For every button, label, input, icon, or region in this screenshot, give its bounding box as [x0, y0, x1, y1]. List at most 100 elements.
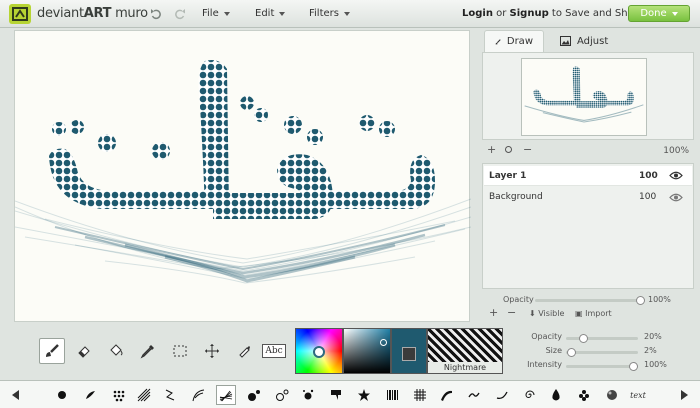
marquee-icon — [173, 345, 187, 357]
splatter-brush-icon — [303, 389, 314, 400]
selection-tool[interactable] — [167, 338, 193, 364]
menu-edit[interactable]: Edit — [255, 8, 286, 19]
import-button[interactable]: ▣ Import — [575, 309, 612, 318]
visible-button[interactable]: ⬇ Visible — [529, 309, 564, 318]
flower-brush-icon — [579, 390, 589, 401]
brush-preset[interactable] — [108, 385, 128, 405]
brush-preview-nightmare[interactable]: Nightmare — [427, 328, 503, 374]
login-link[interactable]: Login — [462, 8, 493, 19]
layer-opacity-control: Opacity 100% — [485, 294, 691, 306]
artwork — [15, 60, 471, 284]
text-brush[interactable]: text — [628, 385, 648, 405]
eyedropper-tool[interactable] — [135, 338, 161, 364]
dotted-brush-icon — [113, 390, 125, 402]
brush-preset[interactable] — [80, 385, 100, 405]
tab-draw-label: Draw — [506, 36, 533, 47]
brush-icon — [495, 38, 501, 44]
swap-colors-icon[interactable] — [402, 347, 416, 361]
thumbnail-artwork — [524, 66, 644, 123]
brush-preset[interactable] — [492, 385, 512, 405]
canvas-thumbnail[interactable] — [521, 58, 647, 136]
brush-preset[interactable] — [160, 385, 180, 405]
scroll-right-button[interactable] — [674, 385, 694, 405]
brush-preset[interactable] — [52, 385, 72, 405]
shade-picker[interactable] — [343, 328, 391, 374]
scroll-left-button[interactable] — [6, 385, 26, 405]
drop-brush-icon — [552, 389, 560, 401]
arrow-left-icon — [12, 390, 19, 400]
brush-preset[interactable] — [464, 385, 484, 405]
brush-preset[interactable] — [436, 385, 456, 405]
tab-draw[interactable]: Draw — [484, 30, 544, 52]
sphere-brush-icon — [607, 390, 617, 400]
feather-brush-icon — [192, 389, 205, 402]
layer-opacity: 100 — [639, 170, 658, 181]
ring-brush-icon — [276, 389, 289, 401]
text-tool[interactable]: Abc — [261, 338, 287, 364]
chevron-down-icon — [343, 11, 350, 16]
layer-row-background[interactable]: Background 100 — [484, 187, 692, 207]
text-brush-label: text — [630, 390, 646, 400]
brush-intensity-row: Intensity 100% — [510, 360, 695, 372]
secondary-color-swatch[interactable] — [391, 328, 427, 374]
tab-adjust[interactable]: Adjust — [550, 30, 620, 52]
fill-tool[interactable] — [103, 338, 129, 364]
brush-intensity-slider[interactable] — [566, 362, 638, 371]
brush-preset[interactable] — [410, 385, 430, 405]
eye-icon[interactable] — [669, 171, 683, 180]
shade-marker[interactable] — [380, 339, 387, 346]
brush-preset[interactable] — [326, 385, 346, 405]
brush-preset[interactable] — [602, 385, 622, 405]
menu-filters-label: Filters — [309, 8, 339, 19]
zoom-in-icon[interactable]: + — [487, 143, 496, 156]
brush-preset[interactable] — [382, 385, 402, 405]
eye-icon[interactable] — [669, 193, 683, 202]
menu-filters[interactable]: Filters — [309, 8, 350, 19]
brush-preset[interactable] — [244, 385, 264, 405]
bubbles-brush-icon — [248, 390, 260, 401]
text-icon: Abc — [262, 344, 286, 358]
done-button[interactable]: Done — [628, 5, 690, 22]
layer-opacity-slider[interactable] — [535, 296, 645, 305]
tilde-brush-icon — [468, 392, 480, 398]
brush-preset[interactable] — [272, 385, 292, 405]
remove-layer-icon[interactable]: − — [507, 306, 516, 319]
slider-knob[interactable] — [567, 348, 577, 357]
move-icon — [205, 344, 219, 358]
add-layer-icon[interactable]: + — [489, 306, 498, 319]
slider-knob[interactable] — [636, 296, 645, 305]
layer-opacity-value: 100% — [648, 295, 671, 304]
brush-name-label: Nightmare — [428, 362, 502, 373]
layer-row-layer-1[interactable]: Layer 1 100 — [484, 166, 692, 186]
brush-preset[interactable] — [354, 385, 374, 405]
brush-preset[interactable] — [546, 385, 566, 405]
undo-button[interactable] — [150, 7, 162, 21]
redo-button[interactable] — [174, 7, 186, 21]
zoom-reset-icon[interactable] — [505, 146, 512, 153]
brush-preset[interactable] — [188, 385, 208, 405]
slider-knob[interactable] — [629, 362, 638, 371]
brush-preset[interactable] — [298, 385, 318, 405]
brush-preset[interactable] — [520, 385, 540, 405]
move-tool[interactable] — [199, 338, 225, 364]
brush-opacity-label: Opacity — [531, 332, 562, 341]
hue-wheel[interactable] — [295, 328, 343, 374]
primary-color-marker[interactable] — [313, 346, 325, 358]
nightmare-brush-icon — [219, 390, 233, 402]
menu-file[interactable]: File — [202, 8, 230, 19]
smudge-tool[interactable] — [231, 338, 257, 364]
brush-size-slider[interactable] — [566, 348, 638, 357]
navigator-panel — [482, 52, 694, 140]
zoom-out-icon[interactable]: − — [523, 143, 532, 156]
brush-preset[interactable] — [574, 385, 594, 405]
signup-link[interactable]: Signup — [510, 8, 549, 19]
login-prompt: Login or Signup to Save and Share! — [462, 8, 648, 19]
brush-tool[interactable] — [39, 338, 65, 364]
slider-knob[interactable] — [578, 334, 588, 343]
smudge-icon — [239, 346, 250, 358]
brush-preset[interactable] — [134, 385, 154, 405]
brush-preset-nightmare[interactable] — [216, 385, 236, 405]
eraser-tool[interactable] — [71, 338, 97, 364]
brush-opacity-slider[interactable] — [566, 334, 638, 343]
drawing-canvas[interactable] — [14, 30, 471, 322]
